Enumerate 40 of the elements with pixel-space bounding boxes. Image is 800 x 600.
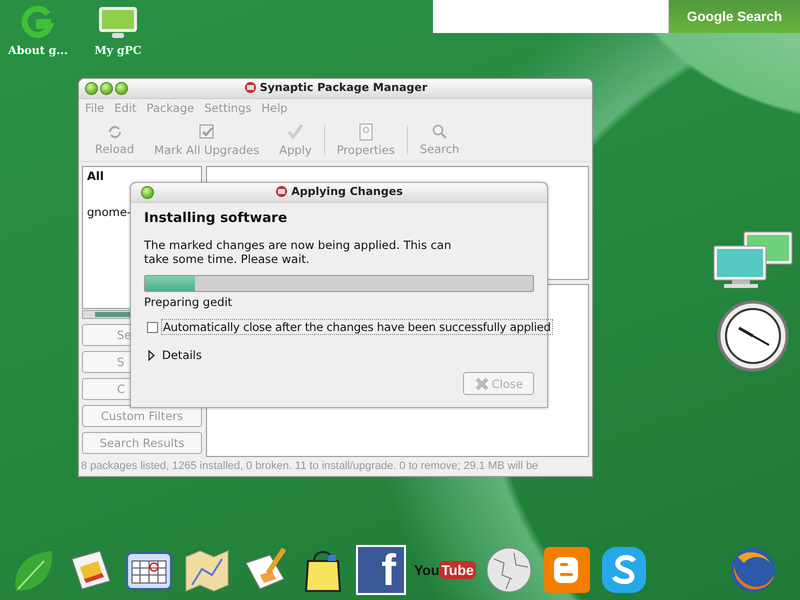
filter-item[interactable]: All	[87, 169, 197, 183]
auto-close-checkbox[interactable]	[147, 322, 158, 332]
clock-icon[interactable]	[717, 300, 789, 372]
menu-item[interactable]: File	[85, 101, 104, 117]
menu-item[interactable]: Help	[261, 101, 288, 117]
dialog-title: Applying Changes	[291, 185, 403, 198]
desktop-icon-label[interactable]: About g...	[8, 44, 68, 57]
monitor-icon[interactable]	[98, 6, 138, 40]
window-title: Synaptic Package Manager	[260, 81, 428, 94]
progress-status: Preparing gedit	[144, 295, 234, 309]
window-control-icon[interactable]	[85, 82, 98, 95]
desktop-icon-label[interactable]: My gPC	[94, 44, 142, 57]
menu-item[interactable]: Edit	[114, 101, 137, 117]
reload-icon	[106, 124, 123, 140]
package-icon	[244, 81, 257, 94]
search-icon	[432, 124, 448, 140]
checkbox-label[interactable]: Automatically close after the changes have been successfully applied	[161, 319, 553, 335]
checked-box-icon	[198, 123, 216, 141]
window-control-icon[interactable]	[141, 186, 154, 199]
blog-icon[interactable]	[542, 545, 592, 595]
dialog-message: The marked changes are now being applied. This can take some time. Please wait.	[144, 238, 452, 266]
details-label[interactable]: Details	[162, 348, 202, 362]
package-icon	[275, 185, 288, 198]
filter-button[interactable]: Search Results	[82, 432, 202, 454]
document-icon	[358, 123, 374, 141]
triangle-icon	[148, 350, 155, 360]
close-icon	[474, 376, 490, 392]
window-control-icon[interactable]	[115, 82, 128, 95]
dialog-heading: Installing software	[144, 210, 288, 226]
details-expander[interactable]: Details	[144, 348, 534, 362]
puzzle-globe-icon[interactable]	[484, 545, 534, 595]
menu-item[interactable]: Settings	[204, 101, 252, 117]
status-text: 8 packages listed, 1265 installed, 0 broken. 11 to install/upgrade. 0 to remove; 29.1 MB will be	[81, 460, 538, 472]
search-field[interactable]	[433, 0, 668, 33]
filter-button[interactable]: Custom Filters	[82, 405, 202, 427]
facebook-logo[interactable]: f	[356, 545, 406, 595]
search-button[interactable]: Google Search	[668, 0, 800, 33]
menu-item[interactable]: Package	[146, 101, 194, 117]
checkmark-icon	[286, 123, 304, 141]
window-control-icon[interactable]	[100, 82, 113, 95]
